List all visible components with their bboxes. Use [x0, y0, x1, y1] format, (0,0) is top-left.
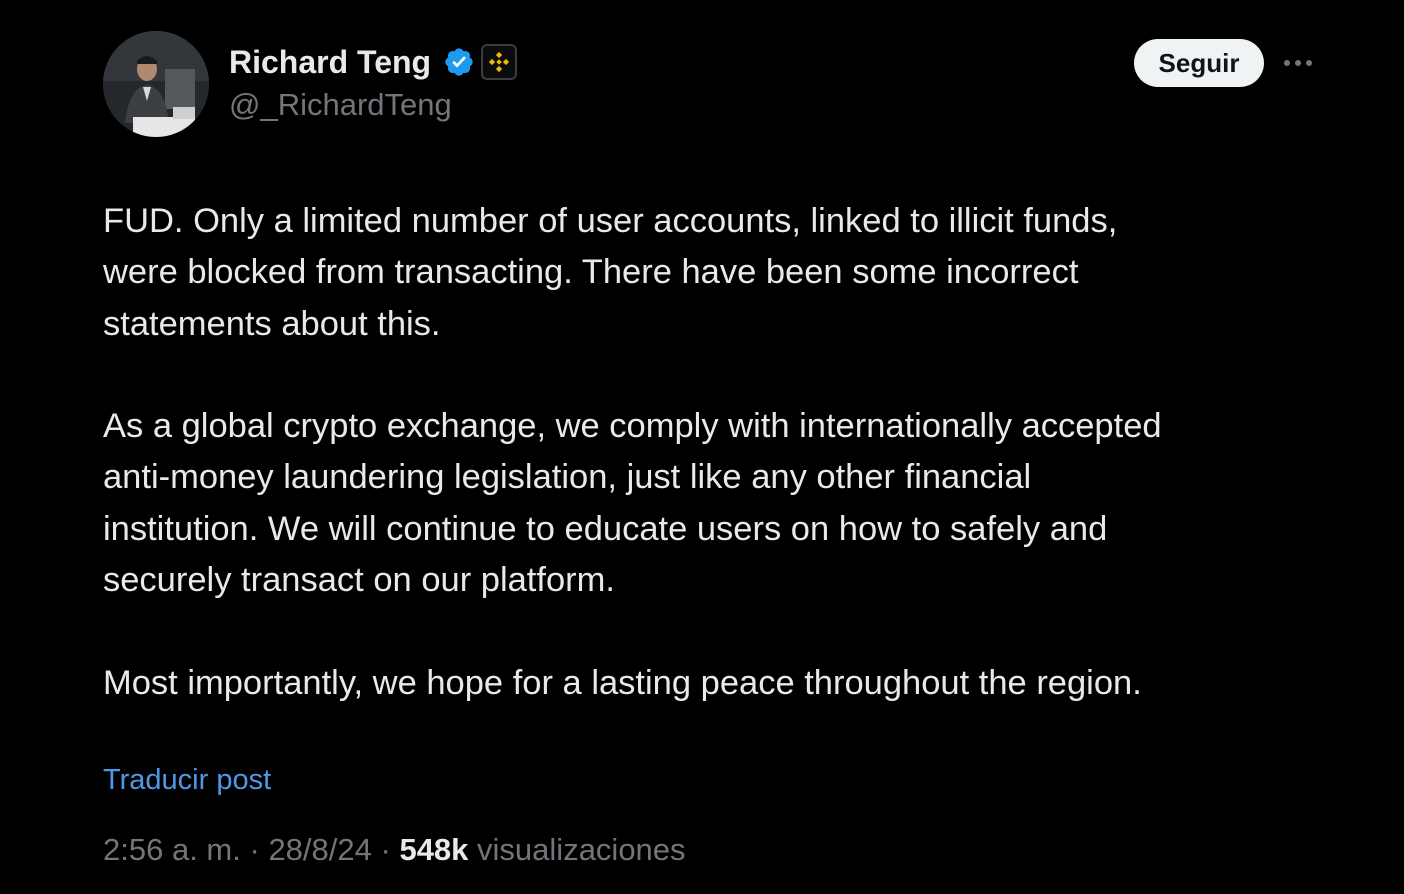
- post-time[interactable]: 2:56 a. m.: [103, 832, 241, 867]
- views-count: 548k: [399, 832, 469, 867]
- post-text: FUD. Only a limited number of user accou…: [103, 196, 1343, 709]
- tweet: Richard Teng @_RichardTeng Seguir FUD. O…: [0, 0, 1404, 894]
- binance-logo-icon: [488, 51, 510, 73]
- translate-post-link[interactable]: Traducir post: [103, 762, 271, 798]
- post-paragraph: Most importantly, we hope for a lasting …: [103, 663, 1142, 702]
- post-meta: 2:56 a. m. · 28/8/24 · 548k visualizacio…: [103, 830, 686, 870]
- meta-separator: ·: [380, 832, 391, 867]
- views-label: visualizaciones: [477, 832, 686, 867]
- post-paragraph: As a global crypto exchange, we comply w…: [103, 407, 1162, 600]
- profile-photo-icon: [103, 31, 209, 137]
- verified-badge-icon: [445, 48, 473, 76]
- author-name[interactable]: Richard Teng: [229, 42, 431, 82]
- ellipsis-icon: [1284, 60, 1312, 66]
- more-options-button[interactable]: [1280, 48, 1316, 78]
- meta-separator: ·: [249, 832, 260, 867]
- author-handle[interactable]: @_RichardTeng: [229, 86, 452, 124]
- affiliate-badge[interactable]: [481, 44, 517, 80]
- avatar[interactable]: [103, 31, 209, 137]
- post-date[interactable]: 28/8/24: [268, 832, 371, 867]
- post-paragraph: FUD. Only a limited number of user accou…: [103, 202, 1118, 343]
- follow-button[interactable]: Seguir: [1134, 39, 1264, 87]
